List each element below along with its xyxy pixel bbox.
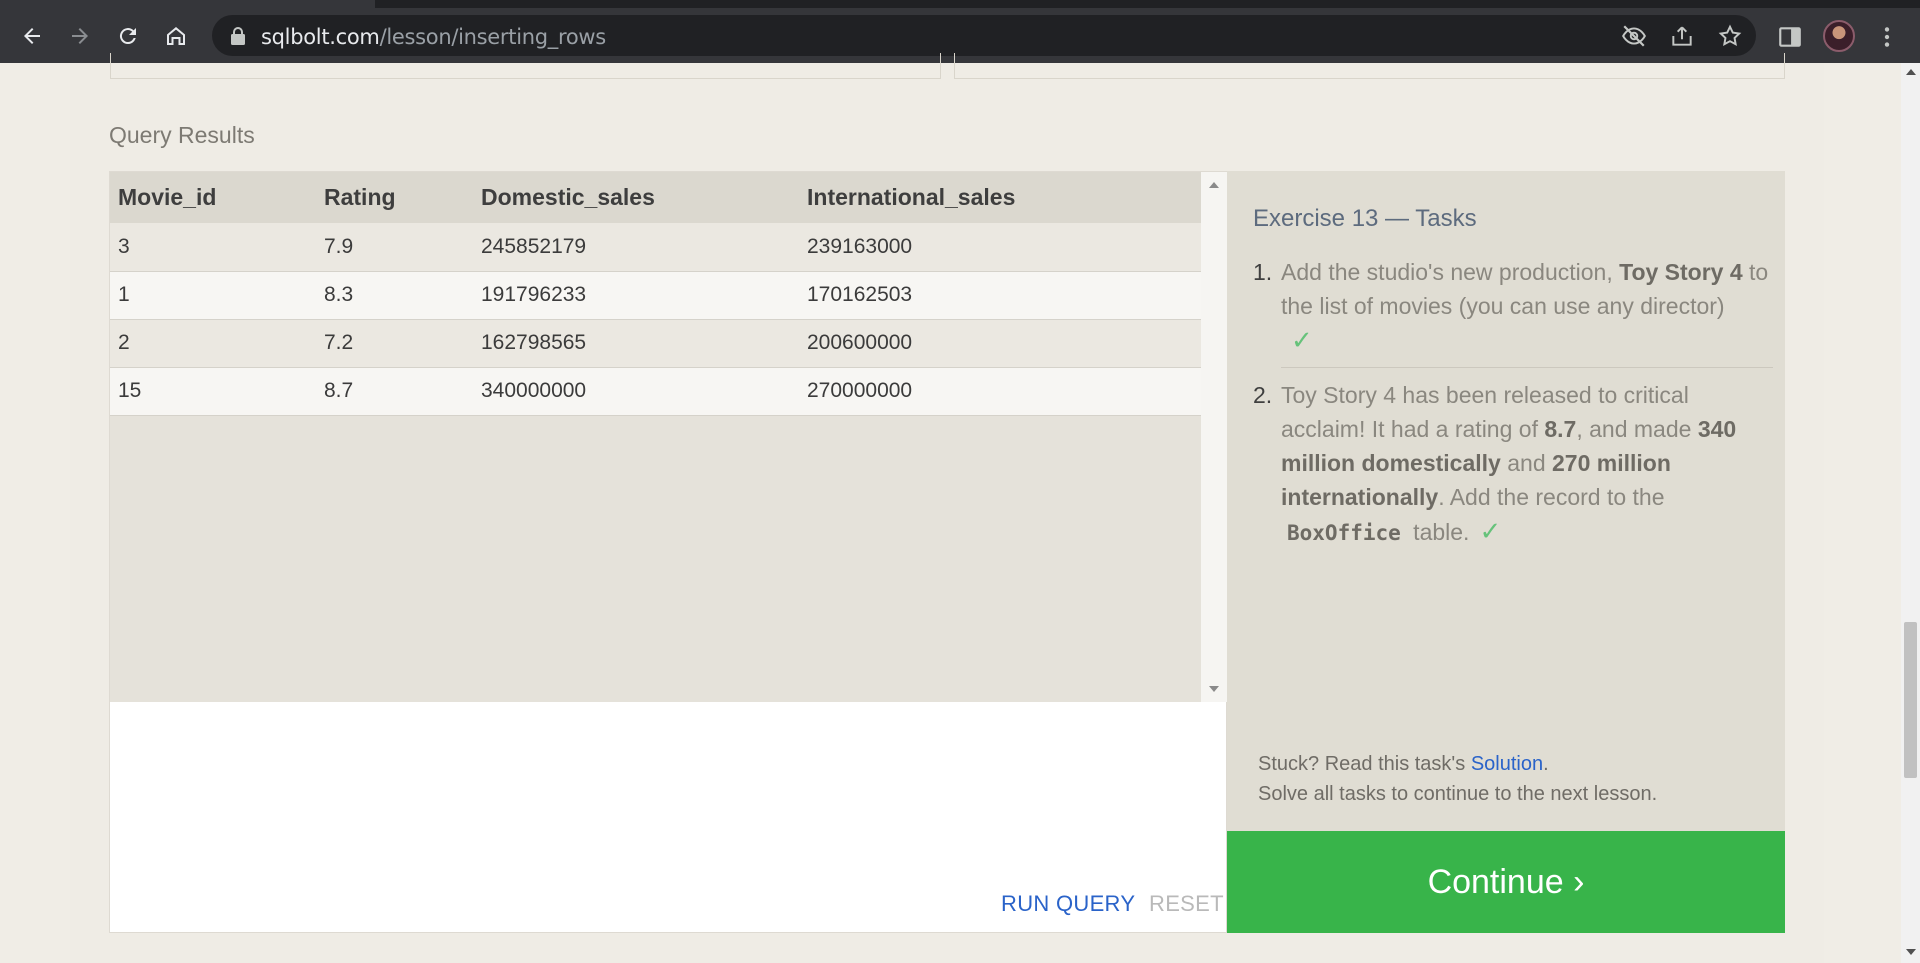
column-header-movie-id: Movie_id [118, 184, 217, 210]
lock-icon[interactable] [230, 27, 246, 45]
scroll-down-arrow-icon[interactable] [1906, 949, 1916, 955]
table-cell: 8.3 [324, 283, 354, 306]
forward-icon[interactable] [63, 19, 97, 53]
task-text: and [1500, 450, 1552, 476]
table-cell: 239163000 [807, 234, 913, 258]
help-text: Stuck? Read this task's Solution. Solve … [1258, 749, 1657, 809]
side-panel-icon[interactable] [1777, 24, 1803, 50]
task-text: table. [1406, 519, 1470, 545]
task-text: , and made [1576, 416, 1698, 442]
solve-all-text: Solve all tasks to continue to the next … [1258, 783, 1658, 805]
share-icon[interactable] [1669, 23, 1695, 49]
table-cell: 245852179 [481, 234, 587, 258]
profile-avatar[interactable] [1823, 20, 1855, 52]
table-cell: 270000000 [807, 379, 913, 402]
check-icon: ✓ [1479, 516, 1502, 546]
scroll-up-arrow-icon[interactable] [1906, 69, 1916, 75]
task-text: . Add the record to the [1438, 484, 1665, 510]
back-icon[interactable] [15, 19, 49, 53]
page-viewport: Query Results Movie_id Rating Domestic_s… [0, 53, 1920, 963]
column-header-international-sales: International_sales [807, 184, 1016, 210]
table-cell: 200600000 [807, 331, 913, 354]
lesson-content: Query Results Movie_id Rating Domestic_s… [70, 53, 1824, 963]
table-cell: 8.7 [324, 379, 354, 402]
active-tab[interactable] [0, 0, 375, 8]
column-header-domestic-sales: Domestic_sales [481, 184, 655, 210]
task-bold-text: Toy Story 4 [1619, 259, 1743, 285]
bookmark-star-icon[interactable] [1717, 23, 1743, 49]
table-cell: 191796233 [481, 283, 587, 306]
query-results-panel: Movie_id Rating Domestic_sales Internati… [109, 171, 1227, 933]
scroll-down-arrow-icon[interactable] [1209, 686, 1219, 692]
task-number: 2. [1253, 382, 1273, 408]
address-bar[interactable]: sqlbolt.com/lesson/inserting_rows [212, 15, 1756, 56]
previous-section-left-box [110, 53, 941, 79]
solution-link[interactable]: Solution [1471, 753, 1543, 775]
table-header-row: Movie_id Rating Domestic_sales Internati… [110, 172, 1201, 223]
table-row: 3 7.9 245852179 239163000 [110, 223, 1201, 271]
table-cell: 7.2 [324, 331, 354, 354]
eye-off-icon[interactable] [1621, 23, 1647, 49]
task-item-1: 1. Add the studio's new production, Toy … [1253, 255, 1773, 358]
previous-section-right-box [954, 53, 1785, 79]
task-item-2: 2. Toy Story 4 has been released to crit… [1253, 378, 1773, 550]
tasks-title: Exercise 13 — Tasks [1253, 205, 1477, 232]
results-table-area: Movie_id Rating Domestic_sales Internati… [110, 172, 1201, 702]
task-divider [1281, 367, 1773, 368]
table-row: 1 8.3 191796233 170162503 [110, 271, 1201, 319]
scrollbar-thumb[interactable] [1904, 622, 1917, 778]
task-number: 1. [1253, 259, 1273, 285]
results-table: Movie_id Rating Domestic_sales Internati… [110, 172, 1201, 416]
table-cell: 15 [118, 379, 142, 402]
table-cell: 340000000 [481, 379, 587, 402]
tab-strip [0, 0, 1920, 8]
tasks-panel: Exercise 13 — Tasks 1. Add the studio's … [1227, 171, 1785, 832]
page-scrollbar[interactable] [1901, 63, 1920, 963]
table-cell: 1 [118, 283, 130, 306]
table-row: 15 8.7 340000000 270000000 [110, 367, 1201, 415]
table-name-code: BoxOffice [1287, 521, 1401, 545]
home-icon[interactable] [159, 19, 193, 53]
continue-button[interactable]: Continue › [1227, 831, 1785, 933]
table-cell: 170162503 [807, 283, 913, 306]
task-bold-text: 8.7 [1544, 416, 1577, 442]
stuck-suffix: . [1543, 753, 1549, 775]
query-results-label: Query Results [109, 122, 255, 148]
reset-button[interactable]: RESET [1149, 891, 1224, 917]
column-header-rating: Rating [324, 184, 396, 210]
table-cell: 162798565 [481, 331, 587, 354]
check-icon: ✓ [1291, 325, 1313, 355]
scroll-up-arrow-icon[interactable] [1209, 182, 1219, 188]
table-cell: 7.9 [324, 234, 354, 258]
task-text: Add the studio's new production, [1281, 259, 1620, 285]
table-row: 2 7.2 162798565 200600000 [110, 319, 1201, 367]
task-list: 1. Add the studio's new production, Toy … [1253, 255, 1773, 550]
more-menu-icon[interactable] [1874, 24, 1900, 50]
table-cell: 3 [118, 234, 130, 258]
reload-icon[interactable] [111, 19, 145, 53]
stuck-prefix: Stuck? Read this task's [1258, 753, 1471, 775]
run-query-button[interactable]: RUN QUERY [1001, 891, 1135, 917]
url-text[interactable]: sqlbolt.com/lesson/inserting_rows [261, 25, 606, 49]
results-scrollbar[interactable] [1201, 172, 1227, 702]
table-cell: 2 [118, 331, 130, 354]
